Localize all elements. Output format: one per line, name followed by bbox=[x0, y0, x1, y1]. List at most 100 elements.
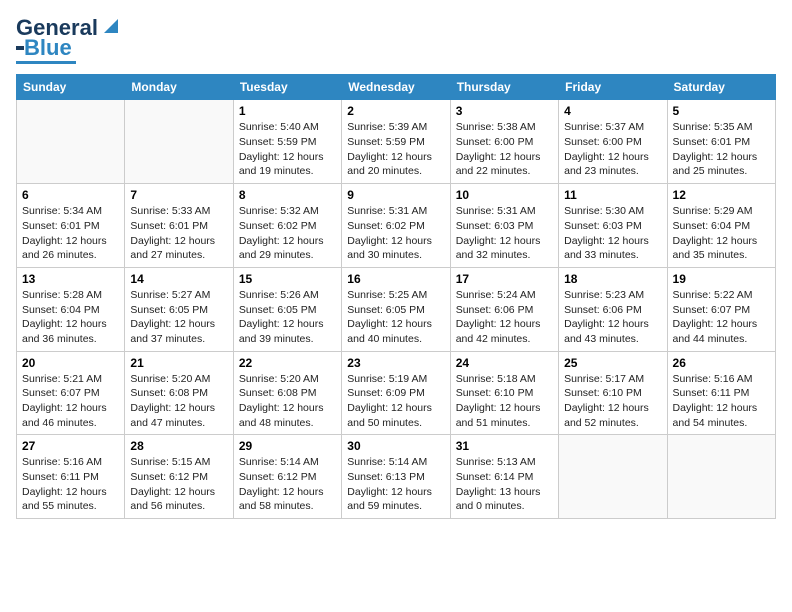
weekday-header: Thursday bbox=[450, 75, 558, 100]
weekday-header: Saturday bbox=[667, 75, 775, 100]
calendar-header-row: SundayMondayTuesdayWednesdayThursdayFrid… bbox=[17, 75, 776, 100]
day-info: Sunrise: 5:39 AMSunset: 5:59 PMDaylight:… bbox=[347, 120, 444, 179]
day-number: 27 bbox=[22, 439, 119, 453]
day-info: Sunrise: 5:34 AMSunset: 6:01 PMDaylight:… bbox=[22, 204, 119, 263]
weekday-header: Friday bbox=[559, 75, 667, 100]
calendar-cell: 10Sunrise: 5:31 AMSunset: 6:03 PMDayligh… bbox=[450, 184, 558, 268]
day-info: Sunrise: 5:20 AMSunset: 6:08 PMDaylight:… bbox=[130, 372, 227, 431]
calendar-cell: 27Sunrise: 5:16 AMSunset: 6:11 PMDayligh… bbox=[17, 435, 125, 519]
day-info: Sunrise: 5:14 AMSunset: 6:13 PMDaylight:… bbox=[347, 455, 444, 514]
logo-underline bbox=[16, 61, 76, 64]
day-number: 7 bbox=[130, 188, 227, 202]
calendar-cell: 24 Sunrise: 5:18 AMSunset: 6:10 PMDayligh… bbox=[450, 351, 558, 435]
day-info: Sunrise: 5:22 AMSunset: 6:07 PMDaylight:… bbox=[673, 288, 770, 347]
day-number: 17 bbox=[456, 272, 553, 286]
calendar-cell bbox=[17, 100, 125, 184]
calendar-cell: 4 Sunrise: 5:37 AMSunset: 6:00 PMDaylight… bbox=[559, 100, 667, 184]
calendar-week-row: 20 Sunrise: 5:21 AMSunset: 6:07 PMDayligh… bbox=[17, 351, 776, 435]
calendar-cell: 15 Sunrise: 5:26 AMSunset: 6:05 PMDayligh… bbox=[233, 267, 341, 351]
day-info: Sunrise: 5:26 AMSunset: 6:05 PMDaylight:… bbox=[239, 288, 336, 347]
calendar-cell: 18 Sunrise: 5:23 AMSunset: 6:06 PMDayligh… bbox=[559, 267, 667, 351]
calendar-week-row: 6 Sunrise: 5:34 AMSunset: 6:01 PMDaylight… bbox=[17, 184, 776, 268]
calendar-cell: 11Sunrise: 5:30 AMSunset: 6:03 PMDayligh… bbox=[559, 184, 667, 268]
day-number: 21 bbox=[130, 356, 227, 370]
calendar-cell: 12 Sunrise: 5:29 AMSunset: 6:04 PMDayligh… bbox=[667, 184, 775, 268]
day-number: 14 bbox=[130, 272, 227, 286]
day-number: 12 bbox=[673, 188, 770, 202]
calendar-cell: 6 Sunrise: 5:34 AMSunset: 6:01 PMDaylight… bbox=[17, 184, 125, 268]
weekday-header: Monday bbox=[125, 75, 233, 100]
day-info: Sunrise: 5:18 AMSunset: 6:10 PMDaylight:… bbox=[456, 372, 553, 431]
day-info: Sunrise: 5:23 AMSunset: 6:06 PMDaylight:… bbox=[564, 288, 661, 347]
calendar-cell: 8 Sunrise: 5:32 AMSunset: 6:02 PMDaylight… bbox=[233, 184, 341, 268]
calendar-week-row: 13 Sunrise: 5:28 AMSunset: 6:04 PMDayligh… bbox=[17, 267, 776, 351]
calendar-cell: 2Sunrise: 5:39 AMSunset: 5:59 PMDaylight… bbox=[342, 100, 450, 184]
day-number: 25 bbox=[564, 356, 661, 370]
calendar-cell bbox=[559, 435, 667, 519]
day-number: 24 bbox=[456, 356, 553, 370]
day-number: 22 bbox=[239, 356, 336, 370]
day-number: 30 bbox=[347, 439, 444, 453]
calendar-cell: 29Sunrise: 5:14 AMSunset: 6:12 PMDayligh… bbox=[233, 435, 341, 519]
calendar-cell: 14 Sunrise: 5:27 AMSunset: 6:05 PMDayligh… bbox=[125, 267, 233, 351]
day-info: Sunrise: 5:17 AMSunset: 6:10 PMDaylight:… bbox=[564, 372, 661, 431]
calendar-cell bbox=[125, 100, 233, 184]
day-number: 18 bbox=[564, 272, 661, 286]
logo: General Blue bbox=[16, 16, 122, 64]
day-number: 23 bbox=[347, 356, 444, 370]
day-number: 13 bbox=[22, 272, 119, 286]
day-info: Sunrise: 5:37 AMSunset: 6:00 PMDaylight:… bbox=[564, 120, 661, 179]
calendar-cell: 1Sunrise: 5:40 AMSunset: 5:59 PMDaylight… bbox=[233, 100, 341, 184]
calendar-week-row: 1Sunrise: 5:40 AMSunset: 5:59 PMDaylight… bbox=[17, 100, 776, 184]
page-header: General Blue bbox=[16, 16, 776, 64]
day-info: Sunrise: 5:24 AMSunset: 6:06 PMDaylight:… bbox=[456, 288, 553, 347]
day-number: 11 bbox=[564, 188, 661, 202]
day-number: 26 bbox=[673, 356, 770, 370]
calendar-table: SundayMondayTuesdayWednesdayThursdayFrid… bbox=[16, 74, 776, 519]
day-number: 3 bbox=[456, 104, 553, 118]
calendar-cell: 21 Sunrise: 5:20 AMSunset: 6:08 PMDayligh… bbox=[125, 351, 233, 435]
day-number: 31 bbox=[456, 439, 553, 453]
day-number: 28 bbox=[130, 439, 227, 453]
day-info: Sunrise: 5:28 AMSunset: 6:04 PMDaylight:… bbox=[22, 288, 119, 347]
calendar-cell: 26 Sunrise: 5:16 AMSunset: 6:11 PMDayligh… bbox=[667, 351, 775, 435]
calendar-cell: 17 Sunrise: 5:24 AMSunset: 6:06 PMDayligh… bbox=[450, 267, 558, 351]
day-info: Sunrise: 5:33 AMSunset: 6:01 PMDaylight:… bbox=[130, 204, 227, 263]
logo-blue-text: Blue bbox=[24, 36, 72, 60]
day-number: 20 bbox=[22, 356, 119, 370]
calendar-cell: 7 Sunrise: 5:33 AMSunset: 6:01 PMDaylight… bbox=[125, 184, 233, 268]
calendar-cell: 23 Sunrise: 5:19 AMSunset: 6:09 PMDayligh… bbox=[342, 351, 450, 435]
calendar-cell: 22Sunrise: 5:20 AMSunset: 6:08 PMDayligh… bbox=[233, 351, 341, 435]
day-number: 9 bbox=[347, 188, 444, 202]
calendar-cell: 9Sunrise: 5:31 AMSunset: 6:02 PMDaylight… bbox=[342, 184, 450, 268]
calendar-cell: 16 Sunrise: 5:25 AMSunset: 6:05 PMDayligh… bbox=[342, 267, 450, 351]
day-info: Sunrise: 5:27 AMSunset: 6:05 PMDaylight:… bbox=[130, 288, 227, 347]
day-info: Sunrise: 5:21 AMSunset: 6:07 PMDaylight:… bbox=[22, 372, 119, 431]
logo-icon bbox=[100, 15, 122, 37]
day-number: 19 bbox=[673, 272, 770, 286]
day-info: Sunrise: 5:15 AMSunset: 6:12 PMDaylight:… bbox=[130, 455, 227, 514]
day-info: Sunrise: 5:16 AMSunset: 6:11 PMDaylight:… bbox=[673, 372, 770, 431]
day-info: Sunrise: 5:38 AMSunset: 6:00 PMDaylight:… bbox=[456, 120, 553, 179]
day-number: 15 bbox=[239, 272, 336, 286]
day-info: Sunrise: 5:35 AMSunset: 6:01 PMDaylight:… bbox=[673, 120, 770, 179]
day-info: Sunrise: 5:29 AMSunset: 6:04 PMDaylight:… bbox=[673, 204, 770, 263]
weekday-header: Tuesday bbox=[233, 75, 341, 100]
day-info: Sunrise: 5:31 AMSunset: 6:03 PMDaylight:… bbox=[456, 204, 553, 263]
day-number: 5 bbox=[673, 104, 770, 118]
day-number: 1 bbox=[239, 104, 336, 118]
day-info: Sunrise: 5:19 AMSunset: 6:09 PMDaylight:… bbox=[347, 372, 444, 431]
day-number: 6 bbox=[22, 188, 119, 202]
calendar-cell: 3 Sunrise: 5:38 AMSunset: 6:00 PMDaylight… bbox=[450, 100, 558, 184]
day-number: 16 bbox=[347, 272, 444, 286]
day-info: Sunrise: 5:14 AMSunset: 6:12 PMDaylight:… bbox=[239, 455, 336, 514]
calendar-cell: 31Sunrise: 5:13 AMSunset: 6:14 PMDayligh… bbox=[450, 435, 558, 519]
calendar-cell: 13 Sunrise: 5:28 AMSunset: 6:04 PMDayligh… bbox=[17, 267, 125, 351]
day-info: Sunrise: 5:32 AMSunset: 6:02 PMDaylight:… bbox=[239, 204, 336, 263]
day-number: 4 bbox=[564, 104, 661, 118]
calendar-cell: 20 Sunrise: 5:21 AMSunset: 6:07 PMDayligh… bbox=[17, 351, 125, 435]
day-number: 8 bbox=[239, 188, 336, 202]
calendar-cell: 25 Sunrise: 5:17 AMSunset: 6:10 PMDayligh… bbox=[559, 351, 667, 435]
weekday-header: Sunday bbox=[17, 75, 125, 100]
day-info: Sunrise: 5:25 AMSunset: 6:05 PMDaylight:… bbox=[347, 288, 444, 347]
